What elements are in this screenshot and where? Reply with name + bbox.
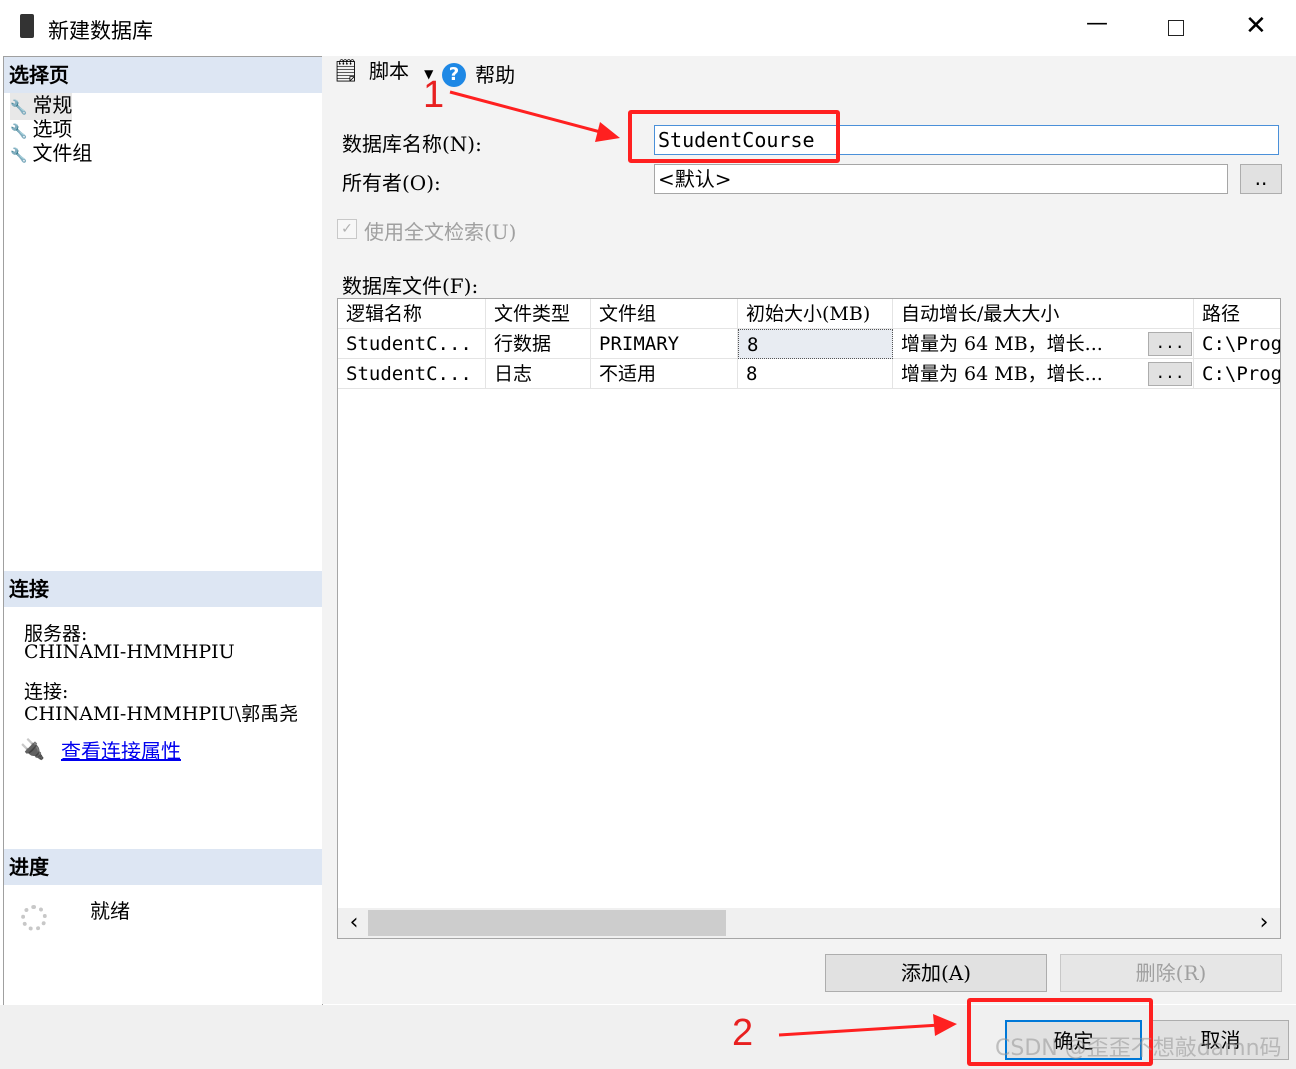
remove-button[interactable]: 删除(R) <box>1060 954 1282 992</box>
left-panel: 选择页 🔧 常规 🔧 选项 🔧 文件组 连接 服务器: CHINAMI-HMMHPIU… <box>3 56 323 1006</box>
page-item-options[interactable]: 🔧 选项 <box>10 117 72 144</box>
progress-status: 就绪 <box>90 899 130 923</box>
page-label: 常规 <box>32 93 73 117</box>
column-header-initial-size[interactable]: 初始大小(MB) <box>738 299 893 329</box>
fulltext-checkbox[interactable]: ✓ <box>337 219 357 239</box>
progress-spinner-icon <box>21 905 47 931</box>
annotation-arrow-1-icon <box>449 90 620 142</box>
table-cell-path[interactable]: C:\Prog <box>1194 329 1280 359</box>
column-header-file-type[interactable]: 文件类型 <box>486 299 591 329</box>
page-item-general[interactable]: 🔧 常规 <box>10 93 73 120</box>
help-icon: ? <box>442 62 466 87</box>
column-header-autogrowth[interactable]: 自动增长/最大大小 <box>893 299 1194 329</box>
table-cell-logical-name[interactable]: StudentC... <box>338 359 486 389</box>
plug-icon: 🔌 <box>20 737 45 761</box>
minimize-button[interactable]: — <box>1086 13 1108 35</box>
window-title: 新建数据库 <box>48 19 153 43</box>
page-label: 选项 <box>32 117 73 141</box>
table-cell-path[interactable]: C:\Prog <box>1194 359 1280 389</box>
table-cell-initial-size[interactable]: 8 <box>738 359 893 389</box>
database-files-grid: 逻辑名称 文件类型 文件组 初始大小(MB) 自动增长/最大大小 路径 Stud… <box>337 298 1281 939</box>
help-label: 帮助 <box>475 62 516 87</box>
owner-input[interactable]: <默认> <box>654 164 1228 194</box>
annotation-box-db-name <box>628 110 840 163</box>
database-server-icon <box>20 14 34 38</box>
table-cell-file-type[interactable]: 日志 <box>486 359 591 389</box>
title-bar: 新建数据库 — ✕ <box>0 0 1296 56</box>
annotation-number-2: 2 <box>732 1012 754 1054</box>
maximize-button[interactable] <box>1168 20 1184 36</box>
close-button[interactable]: ✕ <box>1245 12 1267 40</box>
autogrowth-browse-button[interactable]: ... <box>1148 332 1192 356</box>
progress-header: 进度 <box>4 849 322 885</box>
table-cell-initial-size[interactable]: 8 <box>738 329 893 359</box>
page-item-filegroups[interactable]: 🔧 文件组 <box>10 141 92 168</box>
view-connection-properties-link[interactable]: 查看连接属性 <box>61 735 181 764</box>
script-button[interactable]: 🗒 脚本 ▼ <box>332 56 433 96</box>
table-cell-file-type[interactable]: 行数据 <box>486 329 591 359</box>
column-header-filegroup[interactable]: 文件组 <box>591 299 738 329</box>
db-files-label: 数据库文件(F): <box>342 274 479 298</box>
page-label: 文件组 <box>32 141 93 165</box>
column-header-path[interactable]: 路径 <box>1194 299 1280 329</box>
watermark: CSDN @歪歪不想敲damn码 <box>995 1036 1282 1061</box>
scrollbar-thumb[interactable] <box>368 910 726 936</box>
horizontal-scrollbar[interactable]: ‹ › <box>338 908 1280 938</box>
add-button[interactable]: 添加(A) <box>825 954 1047 992</box>
scroll-right-icon[interactable]: › <box>1252 908 1276 938</box>
table-cell-logical-name[interactable]: StudentC... <box>338 329 486 359</box>
select-page-header: 选择页 <box>4 57 322 93</box>
owner-label: 所有者(O): <box>342 171 441 195</box>
autogrowth-browse-button[interactable]: ... <box>1148 362 1192 386</box>
table-cell-filegroup[interactable]: 不适用 <box>591 359 738 389</box>
wrench-icon: 🔧 <box>10 100 28 116</box>
script-icon: 🗒 <box>332 59 360 84</box>
server-value: CHINAMI-HMMHPIU <box>24 641 235 663</box>
wrench-icon: 🔧 <box>10 124 28 140</box>
table-cell-filegroup[interactable]: PRIMARY <box>591 329 738 359</box>
script-label: 脚本 <box>369 59 410 83</box>
annotation-arrow-2-icon <box>778 1014 957 1037</box>
fulltext-label: 使用全文检索(U) <box>364 220 517 244</box>
column-header-logical-name[interactable]: 逻辑名称 <box>338 299 486 329</box>
wrench-icon: 🔧 <box>10 148 28 164</box>
scroll-left-icon[interactable]: ‹ <box>342 908 366 938</box>
connection-header: 连接 <box>4 571 322 607</box>
owner-browse-button[interactable]: .. <box>1240 164 1282 194</box>
connection-value: CHINAMI-HMMHPIU\郭禹尧 <box>24 703 299 725</box>
